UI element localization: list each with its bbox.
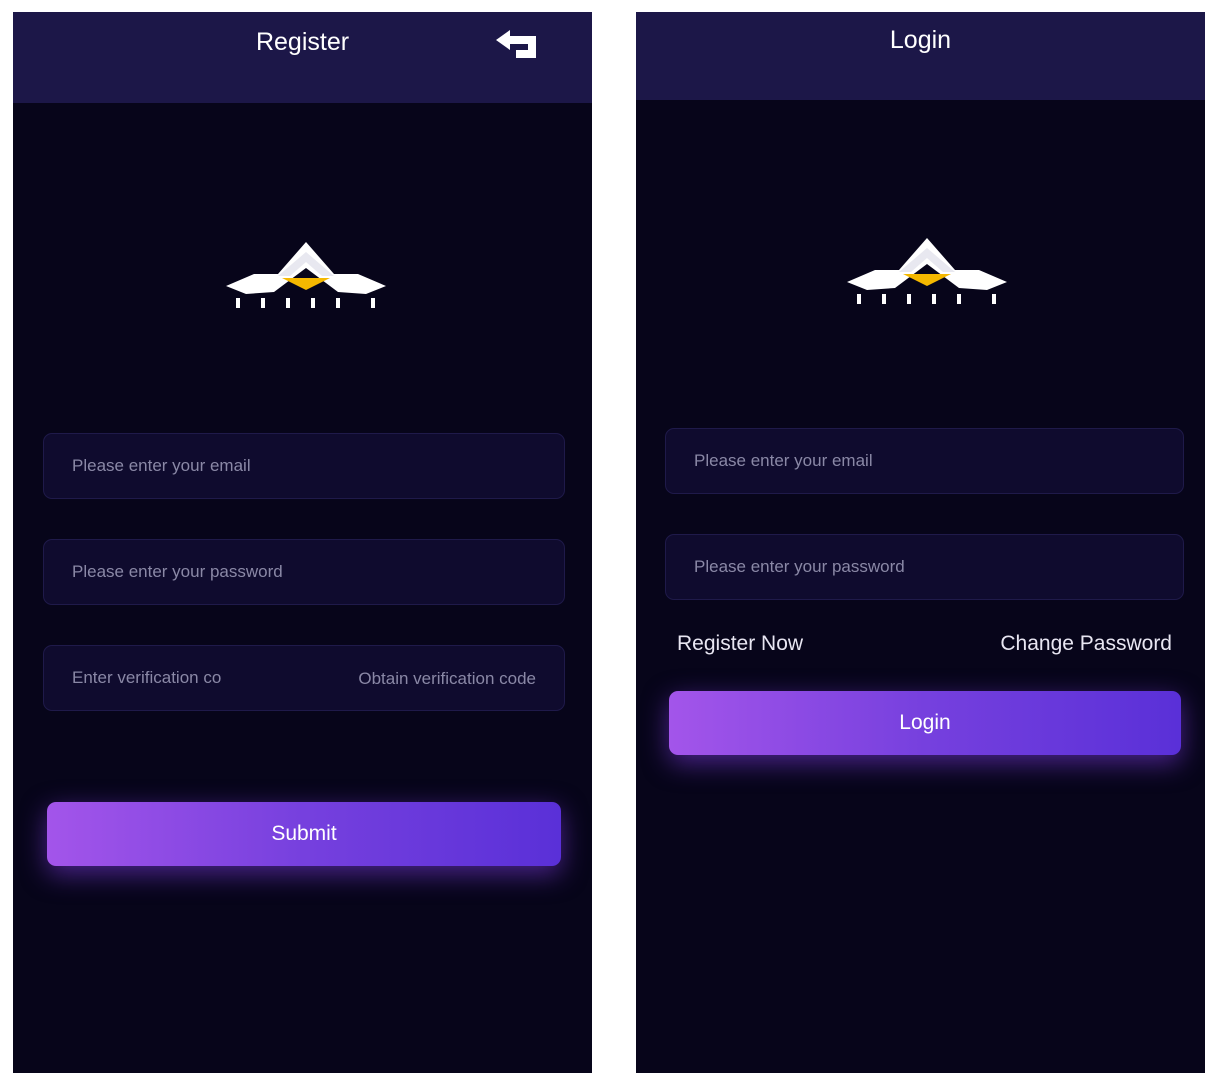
back-arrow-icon — [496, 30, 536, 58]
register-now-link[interactable]: Register Now — [677, 630, 803, 658]
password-field[interactable] — [665, 534, 1184, 600]
verification-code-input[interactable] — [72, 646, 262, 710]
login-screen: Login Register Now Change Password Login — [636, 12, 1205, 1073]
password-input[interactable] — [694, 535, 1155, 599]
page-title: Login — [889, 26, 952, 54]
back-button[interactable] — [494, 28, 540, 60]
arvala-logo — [847, 234, 1007, 306]
email-input[interactable] — [72, 434, 536, 498]
register-header: Register — [13, 12, 592, 103]
email-input[interactable] — [694, 429, 1155, 493]
verification-code-field[interactable]: Obtain verification code — [43, 645, 565, 711]
password-input[interactable] — [72, 540, 536, 604]
arvala-logo — [226, 238, 386, 310]
register-screen: Register Obtain verific — [13, 12, 592, 1073]
login-button[interactable]: Login — [669, 691, 1181, 755]
login-header: Login — [636, 12, 1205, 100]
submit-button[interactable]: Submit — [47, 802, 561, 866]
email-field[interactable] — [43, 433, 565, 499]
change-password-link[interactable]: Change Password — [1000, 630, 1172, 658]
obtain-code-button[interactable]: Obtain verification code — [358, 646, 536, 710]
email-field[interactable] — [665, 428, 1184, 494]
password-field[interactable] — [43, 539, 565, 605]
